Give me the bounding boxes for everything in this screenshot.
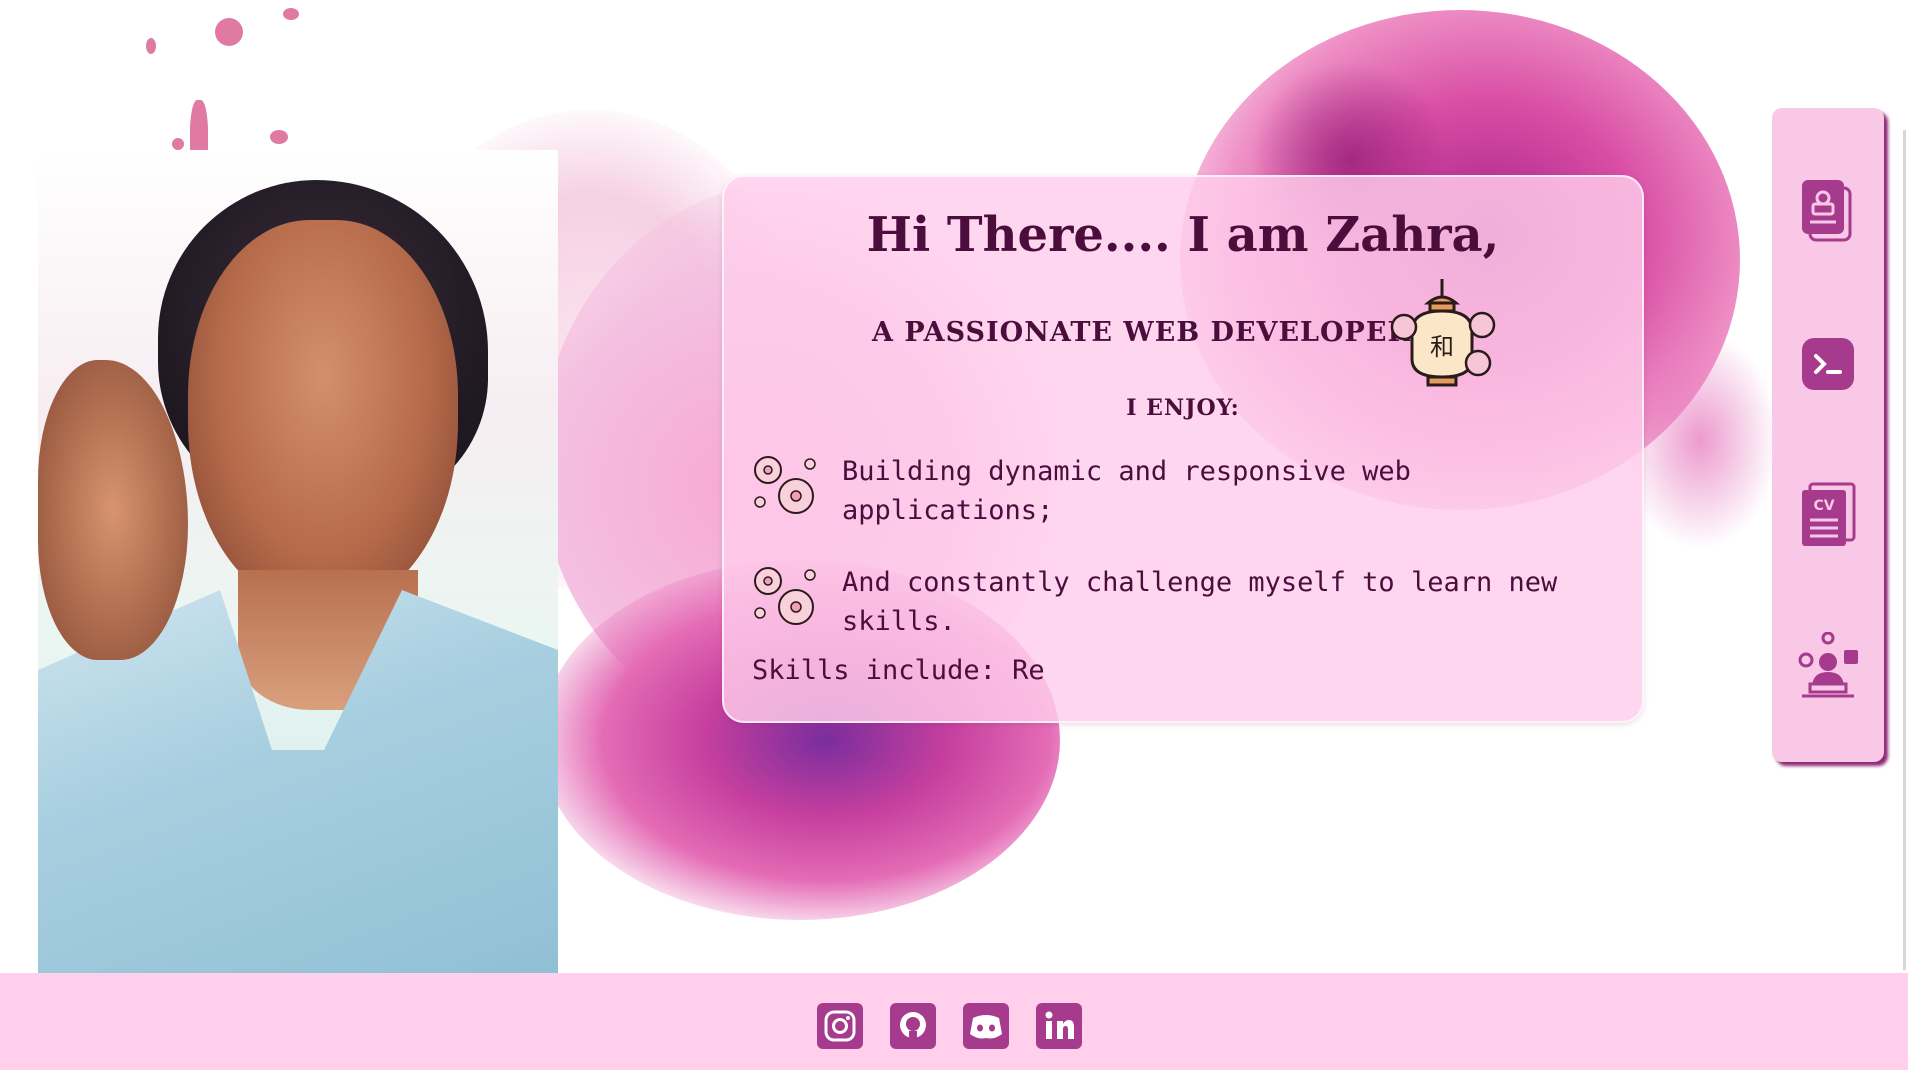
github-icon bbox=[890, 1003, 936, 1049]
developer-icon bbox=[1798, 631, 1858, 698]
paint-drop bbox=[215, 18, 243, 46]
github-link[interactable] bbox=[890, 1003, 936, 1049]
enjoy-heading: I ENJOY: bbox=[1126, 395, 1240, 421]
terminal-icon bbox=[1802, 338, 1854, 390]
svg-text:和: 和 bbox=[1430, 333, 1454, 361]
list-item-text: And constantly challenge myself to learn… bbox=[842, 567, 1558, 637]
cherry-blossom-icon bbox=[754, 456, 816, 514]
footer bbox=[0, 973, 1908, 1070]
paint-drop bbox=[172, 138, 184, 150]
cv-icon: CV bbox=[1802, 482, 1856, 546]
paint-drop bbox=[146, 38, 156, 54]
profile-portrait bbox=[38, 150, 558, 973]
discord-link[interactable] bbox=[963, 1003, 1009, 1049]
skills-typing-text: Skills include: Re bbox=[752, 655, 1045, 686]
greeting-heading: Hi There.... I am Zahra, bbox=[866, 207, 1500, 263]
instagram-icon bbox=[817, 1003, 863, 1049]
intro-card: Hi There.... I am Zahra, A PASSIONATE WE… bbox=[722, 175, 1644, 723]
side-nav: CV bbox=[1772, 108, 1884, 762]
nav-skills-button[interactable] bbox=[1796, 631, 1860, 700]
resume-icon bbox=[1802, 180, 1852, 242]
tagline: A PASSIONATE WEB DEVELOPER bbox=[872, 317, 1411, 348]
linkedin-link[interactable] bbox=[1036, 1003, 1082, 1049]
lantern-icon: 和 bbox=[1390, 279, 1496, 387]
linkedin-icon bbox=[1036, 1003, 1082, 1049]
instagram-link[interactable] bbox=[817, 1003, 863, 1049]
nav-cv-button[interactable]: CV bbox=[1796, 480, 1860, 548]
list-item-text: Building dynamic and responsive web appl… bbox=[842, 456, 1411, 526]
watercolor-splash bbox=[1620, 330, 1780, 550]
cherry-blossom-icon bbox=[754, 567, 816, 625]
page-scrollbar[interactable] bbox=[1903, 130, 1906, 970]
nav-about-button[interactable] bbox=[1796, 176, 1860, 244]
nav-projects-button[interactable] bbox=[1796, 328, 1860, 396]
paint-drop bbox=[283, 8, 299, 20]
paint-drop bbox=[270, 130, 288, 144]
svg-text:CV: CV bbox=[1813, 498, 1834, 514]
discord-icon bbox=[963, 1003, 1009, 1049]
portrait-face bbox=[188, 220, 458, 610]
